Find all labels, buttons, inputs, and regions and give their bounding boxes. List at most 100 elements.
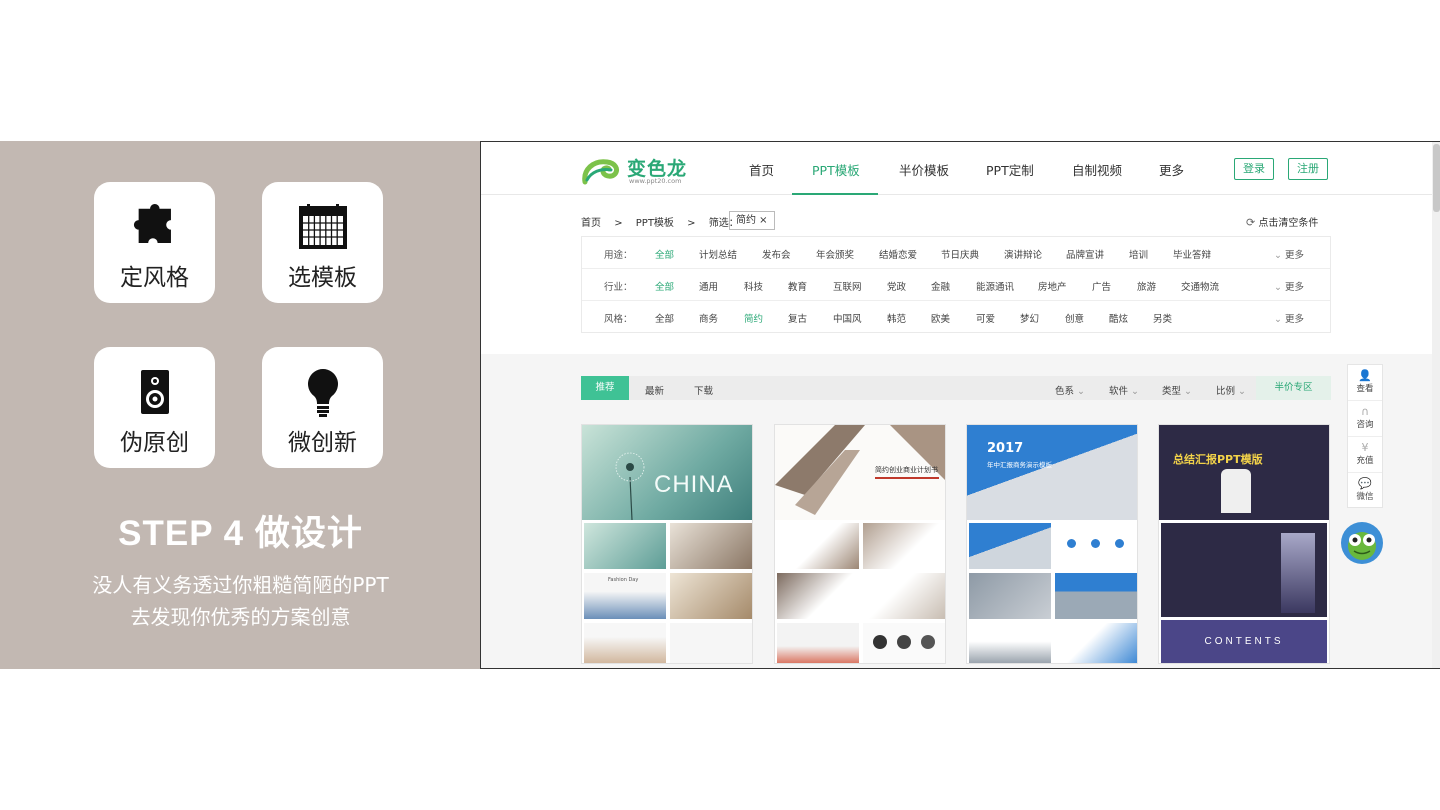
tile-pseudo-original: 伪原创: [94, 347, 215, 468]
filter-option[interactable]: 全部: [655, 311, 674, 325]
filter-row-purpose: 用途： 全部 计划总结 发布会 年会颁奖 结婚恋爱 节日庆典 演讲辩论 品牌宣讲…: [582, 237, 1330, 269]
dropdown-type[interactable]: 类型 ⌄: [1162, 383, 1192, 397]
filter-option[interactable]: 能源通讯: [976, 279, 1014, 293]
tool-view[interactable]: 👤 查看: [1348, 365, 1382, 401]
filter-option[interactable]: 毕业答辩: [1173, 247, 1211, 261]
dropdown-ratio[interactable]: 比例 ⌄: [1216, 383, 1246, 397]
filter-option[interactable]: 旅游: [1137, 279, 1156, 293]
filter-option[interactable]: 计划总结: [699, 247, 737, 261]
filter-option[interactable]: 全部: [655, 279, 674, 293]
filter-option[interactable]: 品牌宣讲: [1066, 247, 1104, 261]
filter-option[interactable]: 商务: [699, 311, 718, 325]
nav-ppt-templates[interactable]: PPT模板: [812, 160, 860, 179]
tool-consult[interactable]: ∩ 咨询: [1348, 401, 1382, 437]
register-button[interactable]: 注册: [1288, 158, 1328, 180]
chameleon-mascot[interactable]: [1341, 522, 1383, 564]
bullet-dot: [1067, 539, 1076, 548]
filter-more[interactable]: ⌄ 更多: [1274, 311, 1304, 325]
calendar-icon: [298, 204, 348, 250]
login-button[interactable]: 登录: [1234, 158, 1274, 180]
filter-option[interactable]: 培训: [1129, 247, 1148, 261]
filter-option[interactable]: 交通物流: [1181, 279, 1219, 293]
slide-thumbnail: [863, 523, 945, 569]
template-card[interactable]: 2017 年中汇报商务演示模板: [966, 424, 1138, 664]
filter-option[interactable]: 结婚恋爱: [879, 247, 917, 261]
slide-thumbnail: Fashion Day: [584, 573, 666, 619]
breadcrumb-ppt[interactable]: PPT模板: [636, 218, 674, 229]
puzzle-icon: [132, 204, 178, 250]
avatar: [873, 635, 887, 649]
filter-option[interactable]: 党政: [887, 279, 906, 293]
nav-ppt-custom[interactable]: PPT定制: [986, 160, 1034, 179]
site-logo[interactable]: 变色龙 www.ppt20.com: [581, 152, 696, 188]
nav-custom-video[interactable]: 自制视频: [1072, 160, 1122, 179]
tool-label: 充值: [1356, 456, 1374, 466]
nav-more[interactable]: 更多: [1159, 160, 1184, 179]
filter-option[interactable]: 金融: [931, 279, 950, 293]
dropdown-color[interactable]: 色系 ⌄: [1055, 383, 1085, 397]
dropdown-software[interactable]: 软件 ⌄: [1109, 383, 1139, 397]
card-preview: 简约创业商业计划书: [775, 425, 945, 520]
yen-icon: ¥: [1361, 441, 1369, 454]
filter-option[interactable]: 房地产: [1038, 279, 1067, 293]
template-card[interactable]: CHINA Fashion Day: [581, 424, 753, 664]
filter-option[interactable]: 另类: [1153, 311, 1172, 325]
filter-panel: 用途： 全部 计划总结 发布会 年会颁奖 结婚恋爱 节日庆典 演讲辩论 品牌宣讲…: [581, 236, 1331, 333]
filter-option[interactable]: 酷炫: [1109, 311, 1128, 325]
sort-tab-downloads[interactable]: 下载: [694, 383, 713, 397]
active-filter-chip[interactable]: 简约 ×: [729, 211, 775, 230]
filter-key: 风格：: [604, 314, 633, 325]
filter-option[interactable]: 欧美: [931, 311, 950, 325]
site-navbar: 变色龙 www.ppt20.com 首页 PPT模板 半价模板 PPT定制 自制…: [481, 142, 1432, 195]
scrollbar[interactable]: [1432, 142, 1440, 668]
filter-option[interactable]: 节日庆典: [941, 247, 979, 261]
nav-half-price[interactable]: 半价模板: [899, 160, 949, 179]
clear-conditions-button[interactable]: ⟳ 点击清空条件: [1246, 214, 1318, 229]
filter-option[interactable]: 演讲辩论: [1004, 247, 1042, 261]
filter-key: 用途：: [604, 250, 633, 261]
breadcrumb-sep: >: [687, 218, 696, 229]
sort-tab-recommended[interactable]: 推荐: [581, 376, 629, 400]
chevron-down-icon: ⌄: [1274, 250, 1285, 261]
filter-option[interactable]: 互联网: [833, 279, 862, 293]
filter-option[interactable]: 全部: [655, 247, 674, 261]
sort-tab-latest[interactable]: 最新: [645, 383, 664, 397]
tool-recharge[interactable]: ¥ 充值: [1348, 437, 1382, 473]
filter-option[interactable]: 复古: [788, 311, 807, 325]
dropdown-label: 色系: [1055, 386, 1075, 397]
dropdown-label: 类型: [1162, 386, 1182, 397]
filter-option[interactable]: 创意: [1065, 311, 1084, 325]
filter-option[interactable]: 教育: [788, 279, 807, 293]
card-hero-text: CHINA: [654, 471, 734, 498]
breadcrumb-sep: >: [614, 218, 623, 229]
chevron-down-icon: ⌄: [1131, 386, 1140, 397]
avatar: [921, 635, 935, 649]
filter-option[interactable]: 简约: [744, 311, 763, 325]
filter-option[interactable]: 广告: [1092, 279, 1111, 293]
chevron-down-icon: ⌄: [1238, 386, 1247, 397]
chevron-down-icon: ⌄: [1274, 314, 1285, 325]
tile-pick-template: 选模板: [262, 182, 383, 303]
tool-wechat[interactable]: 💬 微信: [1348, 473, 1382, 509]
filter-option[interactable]: 年会颁奖: [816, 247, 854, 261]
scrollbar-thumb[interactable]: [1433, 144, 1440, 212]
template-card[interactable]: 简约创业商业计划书: [774, 424, 946, 664]
filter-option[interactable]: 通用: [699, 279, 718, 293]
template-card[interactable]: 总结汇报PPT模版 CONTENTS: [1158, 424, 1330, 664]
filter-key: 行业：: [604, 282, 633, 293]
filter-option[interactable]: 韩范: [887, 311, 906, 325]
filter-option[interactable]: 中国风: [833, 311, 862, 325]
bullet-dot: [1115, 539, 1124, 548]
filter-option[interactable]: 梦幻: [1020, 311, 1039, 325]
filter-option[interactable]: 发布会: [762, 247, 791, 261]
filter-more[interactable]: ⌄ 更多: [1274, 247, 1304, 261]
filter-option[interactable]: 科技: [744, 279, 763, 293]
filter-option[interactable]: 可爱: [976, 311, 995, 325]
person-figure: [1221, 469, 1251, 513]
website-screenshot: 变色龙 www.ppt20.com 首页 PPT模板 半价模板 PPT定制 自制…: [480, 141, 1440, 669]
card-preview: 总结汇报PPT模版: [1159, 425, 1329, 520]
nav-home[interactable]: 首页: [749, 160, 774, 179]
half-price-zone-button[interactable]: 半价专区: [1256, 376, 1331, 400]
filter-more[interactable]: ⌄ 更多: [1274, 279, 1304, 293]
breadcrumb-home[interactable]: 首页: [581, 218, 601, 229]
